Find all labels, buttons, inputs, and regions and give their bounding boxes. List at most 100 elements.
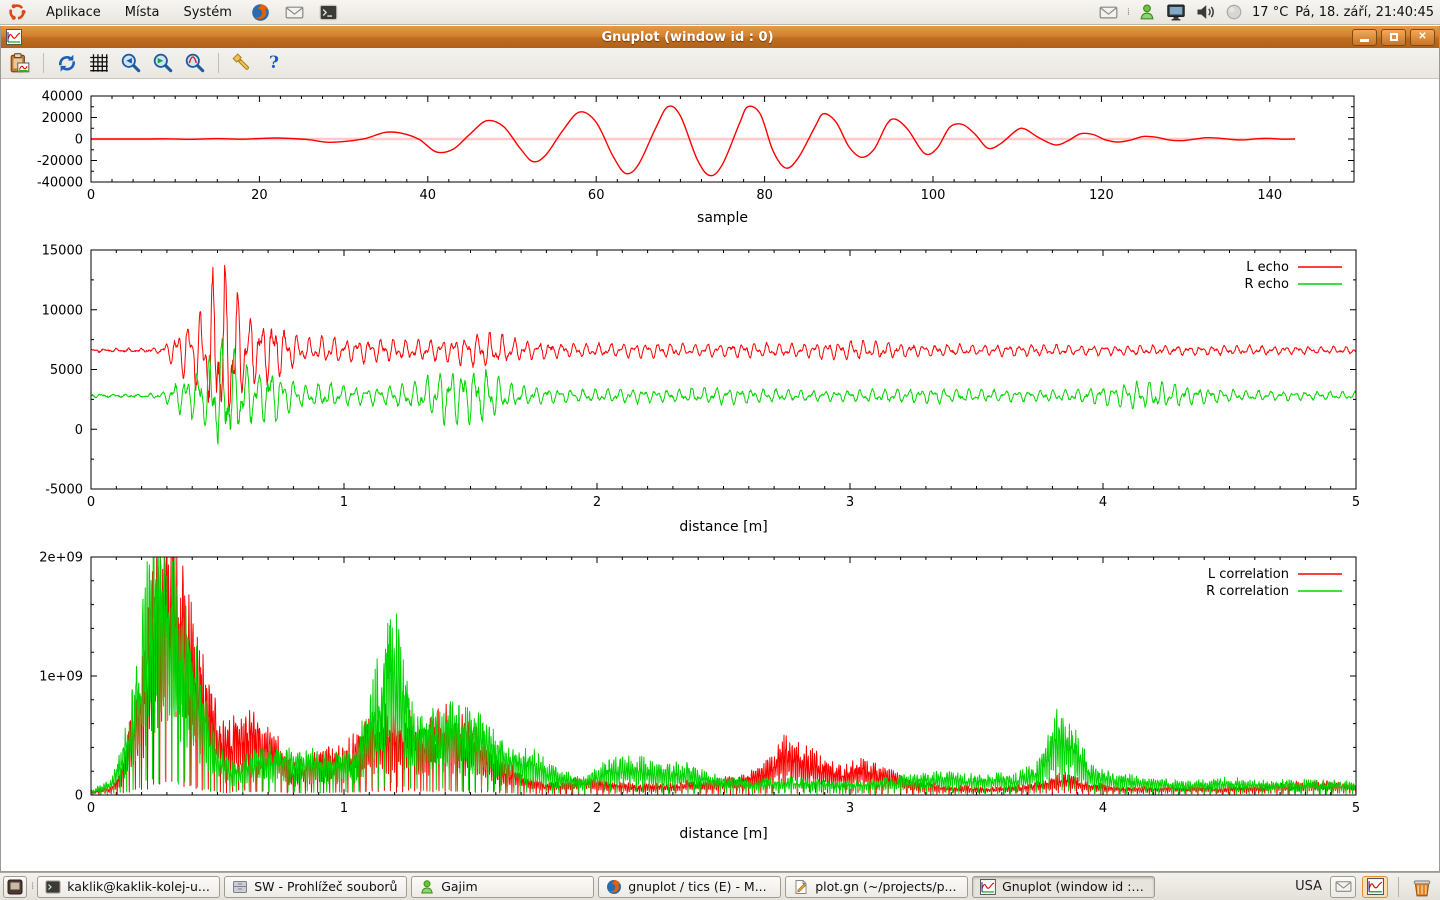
temperature: 17 °C	[1252, 5, 1288, 20]
plot-canvas: 020406080100120140-40000-200000200004000…	[1, 79, 1439, 871]
tray-gnuplot-button[interactable]	[1362, 876, 1388, 898]
weather-icon[interactable]	[1223, 1, 1245, 23]
firefox-launcher-icon[interactable]	[250, 1, 272, 23]
gnuplot-icon	[980, 879, 996, 895]
y-tick-label: 20000	[42, 111, 83, 126]
gnuplot-window-icon	[5, 28, 23, 46]
mail-notification-icon[interactable]	[1098, 1, 1120, 23]
series-r-correlation	[91, 557, 1356, 794]
toolbar: ?	[1, 48, 1439, 79]
y-tick-label: 10000	[42, 303, 83, 318]
taskbar-divider	[1398, 877, 1399, 897]
zoom-next-icon	[152, 52, 174, 74]
menu-system[interactable]: Systém	[177, 3, 237, 22]
chart-sample-svg[interactable]: 020406080100120140-40000-200000200004000…	[1, 79, 1439, 240]
wrench-icon	[231, 52, 253, 74]
minimize-button[interactable]	[1352, 29, 1377, 46]
chart-correlation: 01234501e+092e+09distance [m]L correlati…	[1, 547, 1439, 872]
trash-icon	[1411, 876, 1433, 898]
zoom-previous-button[interactable]	[118, 50, 144, 76]
task-label: SW - Prohlížeč souborů	[254, 879, 397, 894]
mail-launcher-icon[interactable]	[284, 1, 306, 23]
y-tick-label: 15000	[42, 244, 83, 259]
y-tick-label: 0	[75, 133, 83, 148]
close-button[interactable]: ✕	[1410, 29, 1435, 46]
x-tick-label: 2	[593, 801, 601, 816]
menu-applications[interactable]: Aplikace	[40, 3, 107, 22]
y-tick-label: 0	[75, 789, 83, 804]
bottom-taskbar: ⁞ kaklik@kaklik-kolej-u... SW - Prohlíže…	[0, 872, 1440, 900]
chart-correlation-svg[interactable]: 01234501e+092e+09distance [m]L correlati…	[1, 547, 1439, 872]
y-tick-label: 1e+09	[39, 670, 83, 685]
task-button-file-manager[interactable]: SW - Prohlížeč souborů	[224, 876, 407, 898]
task-label: plot.gn (~/projects/p...	[815, 879, 956, 894]
titlebar[interactable]: Gnuplot (window id : 0) ✕	[1, 26, 1439, 48]
legend-label: L echo	[1246, 260, 1289, 275]
x-tick-label: 4	[1099, 495, 1107, 510]
task-label: gnuplot / tics (E) - M...	[628, 879, 766, 894]
settings-button[interactable]	[229, 50, 255, 76]
task-button-terminal[interactable]: kaklik@kaklik-kolej-u...	[37, 876, 220, 898]
task-button-gajim[interactable]: Gajim	[411, 876, 594, 898]
trash-button[interactable]	[1409, 875, 1435, 899]
taskbar-grip[interactable]: ⁞	[31, 881, 33, 892]
x-tick-label: 4	[1099, 801, 1107, 816]
x-tick-label: 3	[846, 495, 854, 510]
chart-echo: 012345-5000050001000015000distance [m]L …	[1, 240, 1439, 547]
x-tick-label: 20	[251, 188, 268, 203]
menu-places[interactable]: Místa	[119, 3, 166, 22]
x-tick-label: 0	[87, 801, 95, 816]
x-tick-label: 120	[1089, 188, 1114, 203]
gnuplot-icon	[1367, 878, 1384, 895]
x-tick-label: 1	[340, 495, 348, 510]
minimize-icon	[1360, 39, 1369, 42]
maximize-icon	[1390, 33, 1398, 41]
x-tick-label: 5	[1352, 495, 1360, 510]
y-tick-label: 2e+09	[39, 551, 83, 566]
clock[interactable]: Pá, 18. září, 21:40:45	[1295, 5, 1434, 20]
toolbar-separator	[218, 53, 219, 73]
task-button-text-editor[interactable]: plot.gn (~/projects/p...	[785, 876, 968, 898]
help-button[interactable]: ?	[261, 50, 287, 76]
gajim-icon	[419, 879, 435, 895]
y-tick-label: 5000	[50, 363, 83, 378]
show-desktop-icon	[7, 879, 23, 895]
replot-button[interactable]	[54, 50, 80, 76]
window-title: Gnuplot (window id : 0)	[23, 30, 1352, 45]
chart-echo-svg[interactable]: 012345-5000050001000015000distance [m]L …	[1, 240, 1439, 547]
tray-grip[interactable]: ⁞	[1127, 7, 1129, 18]
remote-desktop-icon[interactable]	[1165, 1, 1187, 23]
x-tick-label: 0	[87, 188, 95, 203]
refresh-icon	[56, 52, 78, 74]
task-button-gnuplot[interactable]: Gnuplot (window id : 0)	[972, 876, 1155, 898]
maximize-button[interactable]	[1381, 29, 1406, 46]
x-tick-label: 3	[846, 801, 854, 816]
zoom-next-button[interactable]	[150, 50, 176, 76]
help-icon: ?	[269, 53, 279, 73]
ubuntu-logo-icon[interactable]	[6, 1, 28, 23]
y-tick-label: -20000	[37, 154, 83, 169]
terminal-launcher-icon[interactable]	[318, 1, 340, 23]
keyboard-layout-indicator[interactable]: USA	[1295, 879, 1322, 894]
legend-label: R echo	[1244, 277, 1289, 292]
series-sample-signal	[91, 106, 1295, 176]
copy-to-clipboard-button[interactable]	[7, 50, 33, 76]
x-axis-label: distance [m]	[679, 519, 767, 535]
tray-mail-button[interactable]	[1330, 876, 1356, 898]
task-button-firefox[interactable]: gnuplot / tics (E) - M...	[598, 876, 781, 898]
x-tick-label: 60	[588, 188, 605, 203]
y-tick-label: 0	[75, 423, 83, 438]
grid-button[interactable]	[86, 50, 112, 76]
terminal-icon	[45, 879, 61, 895]
task-label: Gnuplot (window id : 0)	[1002, 879, 1147, 894]
x-tick-label: 0	[87, 495, 95, 510]
x-axis-label: distance [m]	[679, 826, 767, 842]
close-icon: ✕	[1418, 32, 1426, 42]
gajim-status-icon[interactable]	[1136, 1, 1158, 23]
x-tick-label: 80	[756, 188, 773, 203]
text-editor-icon	[793, 879, 809, 895]
autoscale-button[interactable]	[182, 50, 208, 76]
show-desktop-button[interactable]	[3, 876, 27, 898]
x-axis-label: sample	[697, 210, 748, 226]
volume-icon[interactable]	[1194, 1, 1216, 23]
